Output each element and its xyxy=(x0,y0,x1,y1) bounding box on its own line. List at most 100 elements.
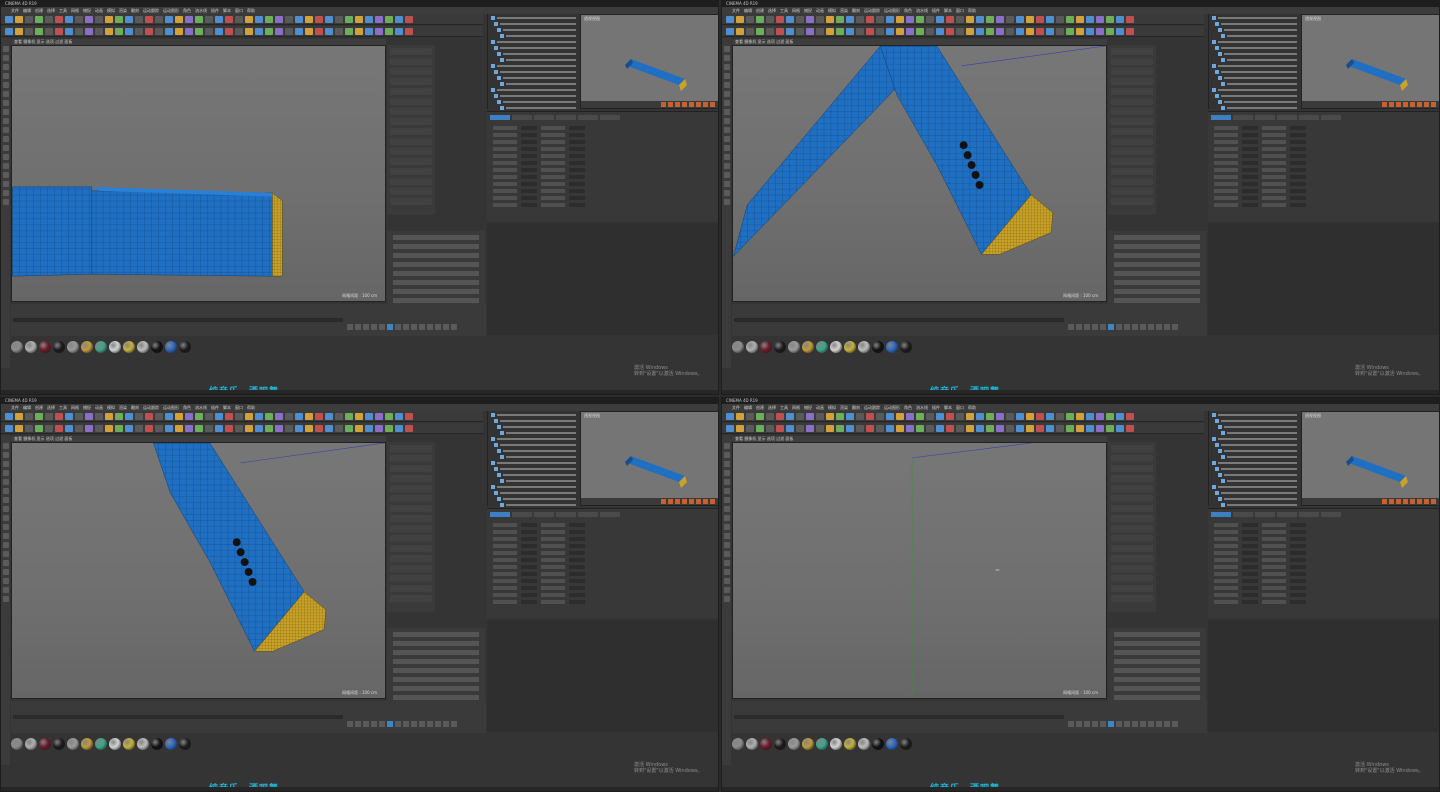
toolbar-button[interactable] xyxy=(1066,425,1074,432)
toolbar-button[interactable] xyxy=(75,413,83,420)
property-field[interactable] xyxy=(569,203,585,207)
tool-button[interactable] xyxy=(2,452,9,458)
toolbar-button[interactable] xyxy=(796,413,804,420)
playback-button[interactable] xyxy=(443,324,449,330)
toolbar-button[interactable] xyxy=(1126,28,1134,35)
tool-button[interactable] xyxy=(723,452,730,458)
toolbar-button[interactable] xyxy=(265,425,273,432)
toolbar-button[interactable] xyxy=(205,16,213,23)
toolbar-button[interactable] xyxy=(135,28,143,35)
toolbar-button[interactable] xyxy=(876,28,884,35)
tool-button[interactable] xyxy=(723,497,730,503)
tool-button[interactable] xyxy=(723,163,730,169)
tool-button[interactable] xyxy=(2,479,9,485)
toolbar-button[interactable] xyxy=(916,16,924,23)
tool-button[interactable] xyxy=(723,181,730,187)
tool-button[interactable] xyxy=(723,100,730,106)
property-field[interactable] xyxy=(1242,168,1258,172)
property-field[interactable] xyxy=(521,565,537,569)
menu-item[interactable]: 运动跟踪 xyxy=(864,7,880,14)
playback-button[interactable] xyxy=(1100,721,1106,727)
attribute-row[interactable] xyxy=(390,445,432,452)
property-field[interactable] xyxy=(569,175,585,179)
toolbar-button[interactable] xyxy=(325,413,333,420)
material-ball[interactable] xyxy=(844,341,856,353)
toolbar-button[interactable] xyxy=(195,413,203,420)
material-ball[interactable] xyxy=(732,738,744,750)
attribute-row[interactable] xyxy=(390,495,432,502)
toolbar-button[interactable] xyxy=(1086,425,1094,432)
playback-button[interactable] xyxy=(379,324,385,330)
toolbar-button[interactable] xyxy=(856,413,864,420)
tool-button[interactable] xyxy=(2,181,9,187)
toolbar-button[interactable] xyxy=(85,425,93,432)
material-property-row[interactable] xyxy=(1114,253,1200,258)
property-field[interactable] xyxy=(1290,126,1306,130)
attribute-row[interactable] xyxy=(390,545,432,552)
menu-item[interactable]: 窗口 xyxy=(235,404,243,411)
toolbar-button[interactable] xyxy=(305,413,313,420)
toolbar-button[interactable] xyxy=(966,413,974,420)
tool-button[interactable] xyxy=(723,127,730,133)
toolbar-button[interactable] xyxy=(976,425,984,432)
material-ball[interactable] xyxy=(858,738,870,750)
object-row[interactable] xyxy=(1212,466,1297,471)
playback-button[interactable] xyxy=(411,721,417,727)
preview-button[interactable] xyxy=(1389,102,1394,107)
toolbar-button[interactable] xyxy=(285,413,293,420)
preview-button[interactable] xyxy=(696,499,701,504)
toolbar-button[interactable] xyxy=(105,16,113,23)
attribute-row[interactable] xyxy=(1111,98,1153,105)
toolbar-button[interactable] xyxy=(816,16,824,23)
toolbar-button[interactable] xyxy=(35,425,43,432)
material-ball[interactable] xyxy=(165,341,177,353)
menu-item[interactable]: 编辑 xyxy=(23,7,31,14)
tool-button[interactable] xyxy=(2,109,9,115)
toolbar-button[interactable] xyxy=(195,28,203,35)
toolbar-button[interactable] xyxy=(1086,16,1094,23)
menu-item[interactable]: 雕刻 xyxy=(131,7,139,14)
toolbar-button[interactable] xyxy=(786,28,794,35)
toolbar-button[interactable] xyxy=(165,425,173,432)
toolbar-button[interactable] xyxy=(826,425,834,432)
toolbar-button[interactable] xyxy=(85,28,93,35)
toolbar-button[interactable] xyxy=(946,28,954,35)
tool-button[interactable] xyxy=(723,488,730,494)
toolbar-button[interactable] xyxy=(956,28,964,35)
object-row[interactable] xyxy=(1212,75,1297,80)
toolbar-button[interactable] xyxy=(75,425,83,432)
toolbar-button[interactable] xyxy=(65,16,73,23)
preview-button[interactable] xyxy=(682,499,687,504)
attribute-tab[interactable] xyxy=(1255,115,1275,120)
attribute-row[interactable] xyxy=(390,48,432,55)
playback-button[interactable] xyxy=(1084,721,1090,727)
attribute-row[interactable] xyxy=(390,465,432,472)
menu-item[interactable]: 脚本 xyxy=(223,7,231,14)
attribute-row[interactable] xyxy=(1111,545,1153,552)
tool-button[interactable] xyxy=(723,199,730,205)
toolbar-button[interactable] xyxy=(155,28,163,35)
toolbar-button[interactable] xyxy=(375,28,383,35)
material-ball[interactable] xyxy=(95,341,107,353)
material-ball[interactable] xyxy=(760,738,772,750)
toolbar-button[interactable] xyxy=(315,16,323,23)
material-ball[interactable] xyxy=(67,738,79,750)
toolbar-button[interactable] xyxy=(165,16,173,23)
toolbar-button[interactable] xyxy=(846,425,854,432)
timeline[interactable] xyxy=(732,701,1207,733)
toolbar-button[interactable] xyxy=(736,413,744,420)
property-field[interactable] xyxy=(521,523,537,527)
toolbar-button[interactable] xyxy=(355,425,363,432)
toolbar-button[interactable] xyxy=(195,425,203,432)
property-field[interactable] xyxy=(521,161,537,165)
toolbar-button[interactable] xyxy=(125,28,133,35)
toolbar-button[interactable] xyxy=(866,425,874,432)
tool-button[interactable] xyxy=(723,524,730,530)
object-row[interactable] xyxy=(491,57,576,62)
material-ball[interactable] xyxy=(67,341,79,353)
toolbar-button[interactable] xyxy=(95,425,103,432)
toolbar-button[interactable] xyxy=(746,413,754,420)
material-property-row[interactable] xyxy=(1114,659,1200,664)
toolbar-button[interactable] xyxy=(1056,425,1064,432)
toolbar-button[interactable] xyxy=(936,28,944,35)
